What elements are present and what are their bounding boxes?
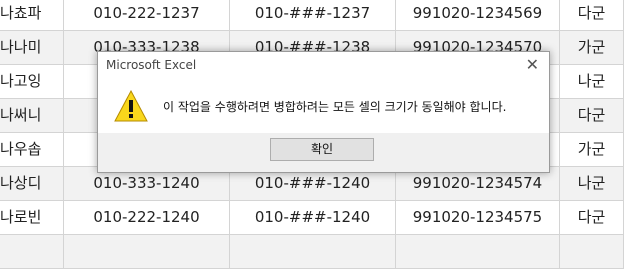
- cell-name[interactable]: 나상디: [0, 167, 64, 200]
- cell-unit[interactable]: 나군: [560, 65, 624, 98]
- cell-phone[interactable]: 010-222-1240: [64, 201, 230, 234]
- cell-id[interactable]: 991020-1234575: [396, 201, 560, 234]
- dialog-title: Microsoft Excel: [106, 58, 197, 72]
- cell-id[interactable]: 991020-1234569: [396, 0, 560, 30]
- excel-alert-dialog: Microsoft Excel ✕ 이 작업을 수행하려면 병합하려는 모든 셀…: [97, 51, 550, 173]
- cell-phone[interactable]: 010-222-1237: [64, 0, 230, 30]
- cell-name[interactable]: 나나미: [0, 31, 64, 64]
- dialog-titlebar[interactable]: Microsoft Excel ✕: [98, 52, 549, 80]
- warning-icon: [114, 90, 148, 122]
- cell-unit[interactable]: 다군: [560, 99, 624, 132]
- cell-unit[interactable]: 나군: [560, 167, 624, 200]
- cell-name[interactable]: 나고잉: [0, 65, 64, 98]
- cell-unit[interactable]: 가군: [560, 31, 624, 64]
- cell-masked-phone[interactable]: 010-###-1240: [230, 201, 396, 234]
- cell-name[interactable]: 나로빈: [0, 201, 64, 234]
- ok-button[interactable]: 확인: [270, 138, 374, 161]
- table-row: [0, 235, 624, 269]
- cell-unit[interactable]: 다군: [560, 0, 624, 30]
- cell-name[interactable]: 나우솝: [0, 133, 64, 166]
- table-row: 나쵸파 010-222-1237 010-###-1237 991020-123…: [0, 0, 624, 31]
- close-icon[interactable]: ✕: [526, 55, 539, 74]
- cell-unit[interactable]: 가군: [560, 133, 624, 166]
- cell-name[interactable]: 나쵸파: [0, 0, 64, 30]
- dialog-message: 이 작업을 수행하려면 병합하려는 모든 셀의 크기가 동일해야 합니다.: [163, 100, 507, 114]
- cell-name[interactable]: 나써니: [0, 99, 64, 132]
- cell-masked-phone[interactable]: 010-###-1237: [230, 0, 396, 30]
- dialog-content: 이 작업을 수행하려면 병합하려는 모든 셀의 크기가 동일해야 합니다.: [98, 80, 549, 133]
- cell-unit[interactable]: 다군: [560, 201, 624, 234]
- table-row: 나로빈 010-222-1240 010-###-1240 991020-123…: [0, 201, 624, 235]
